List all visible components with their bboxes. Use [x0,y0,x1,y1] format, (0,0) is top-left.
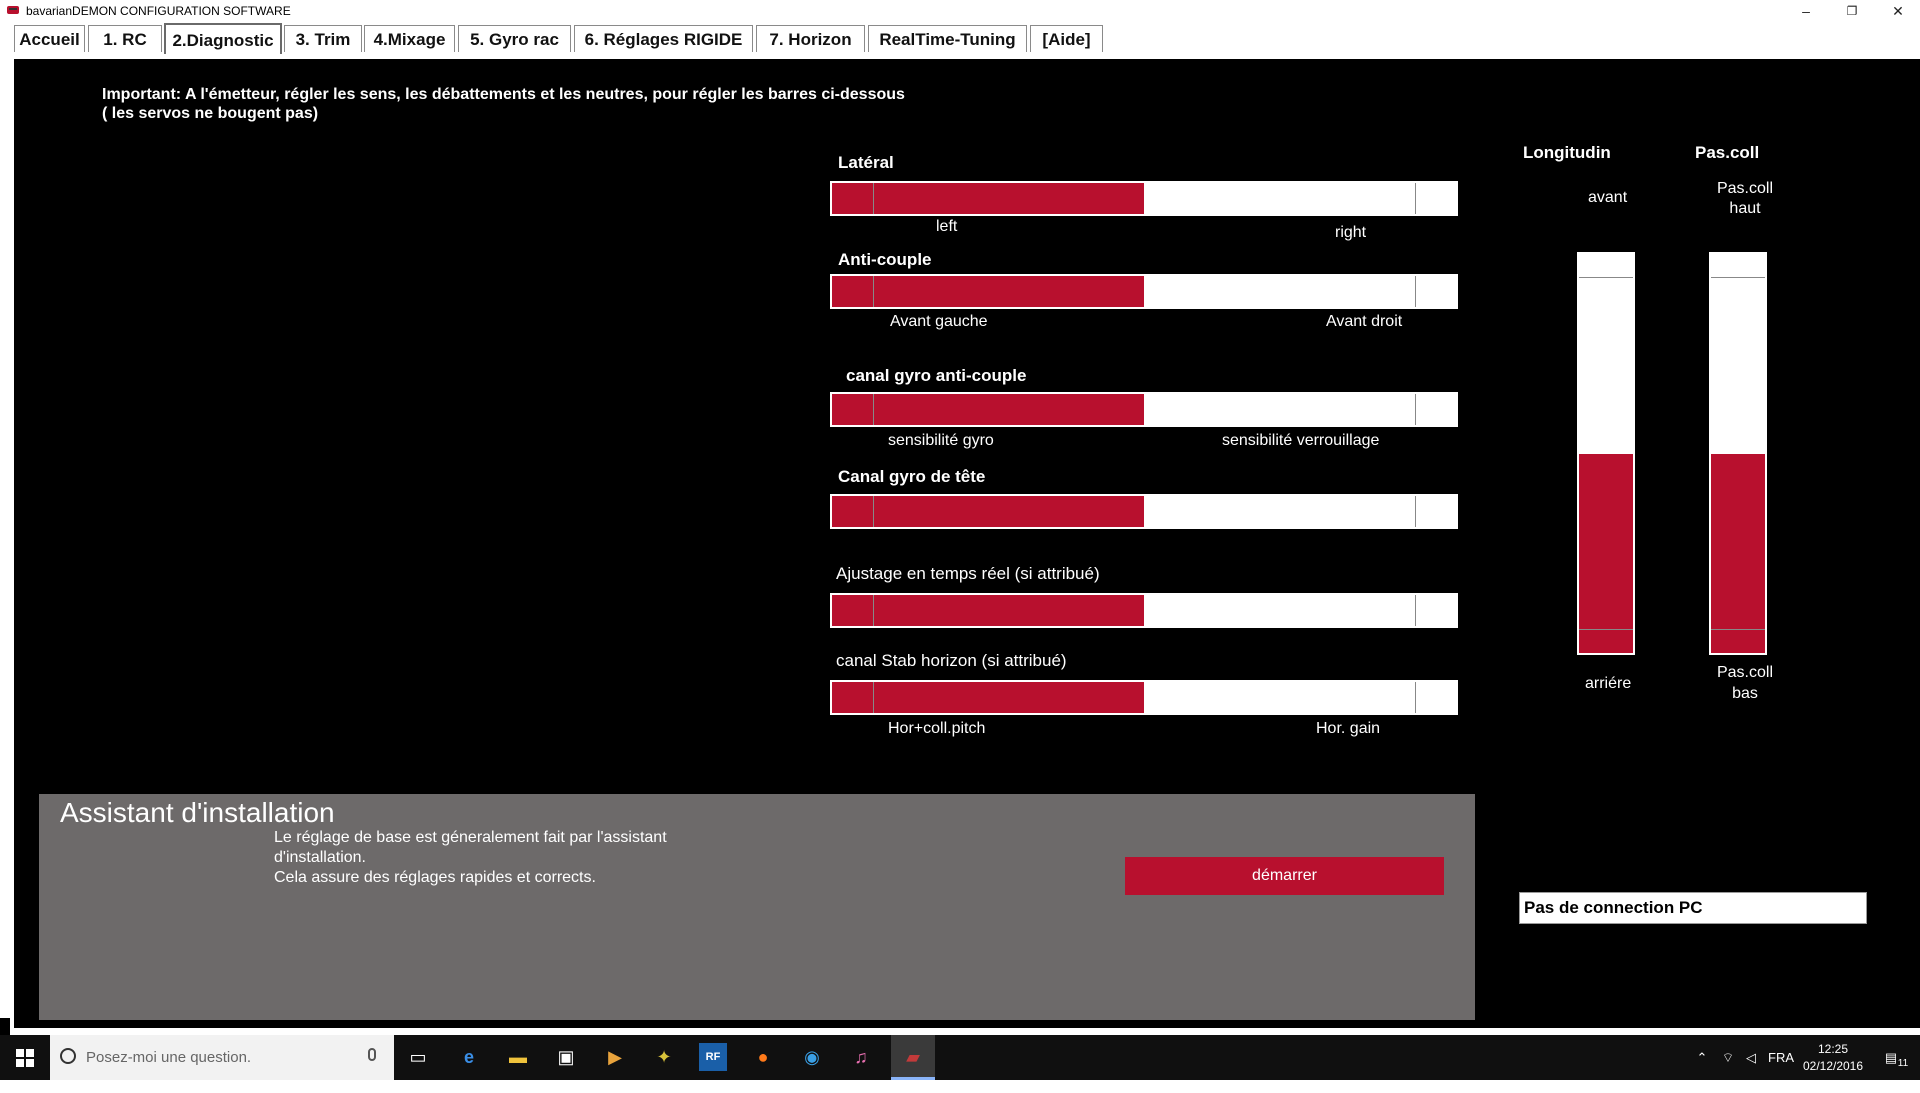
tab-bar: Accueil 1. RC 2.Diagnostic 3. Trim 4.Mix… [0,23,1920,59]
thunderbird-icon[interactable]: ◉ [798,1043,826,1071]
notification-count: 11 [1897,1058,1909,1069]
tab-aide[interactable]: [Aide] [1030,25,1103,52]
pascoll-bottom-label-1: Pas.coll [1716,664,1774,681]
bar-gyro-tete-fill [832,496,1144,527]
tool-icon[interactable]: ✦ [650,1043,678,1071]
channel-title-gyro-anticouple: canal gyro anti-couple [846,366,1027,385]
tab-gyro-rac[interactable]: 5. Gyro rac [458,25,571,52]
search-placeholder: Posez-moi une question. [86,1049,252,1066]
longitudinal-title: Longitudin [1523,143,1611,162]
bar-realtime [830,593,1458,628]
connection-status: Pas de connection PC [1519,892,1867,924]
assistant-panel: Assistant d'installation Le réglage de b… [39,794,1475,1020]
bar-gyro-anticouple [830,392,1458,427]
pascoll-top-label-2: haut [1729,200,1761,217]
realflight-icon[interactable]: RF [699,1043,727,1071]
taskbar-search[interactable]: Posez-moi une question. [50,1035,394,1080]
lateral-right-label: right [1335,224,1367,241]
bar-gyro-tete [830,494,1458,529]
taskbar: Posez-moi une question. ▭ e ▬ ▣ ▶ ✦ RF ●… [0,1035,1920,1080]
close-button[interactable]: ✕ [1876,0,1920,22]
bar-longitudinal [1577,252,1635,655]
microphone-icon[interactable] [368,1048,376,1061]
assistant-title: Assistant d'installation [60,797,335,828]
bavarian-demon-taskbar-icon[interactable]: ▰ [891,1035,935,1080]
bar-longitudinal-fill [1579,453,1633,653]
itunes-icon[interactable]: ♫ [847,1043,875,1071]
anticouple-left-label: Avant gauche [890,313,988,330]
store-icon[interactable]: ▣ [552,1043,580,1071]
media-player-icon[interactable]: ▶ [601,1043,629,1071]
channel-title-gyro-tete: Canal gyro de tête [838,467,986,486]
stab-horizon-right-label: Hor. gain [1316,720,1381,737]
longitudinal-top-label: avant [1588,189,1628,206]
clock-time[interactable]: 12:25 [1808,1042,1858,1056]
tab-rc[interactable]: 1. RC [88,25,162,52]
channel-title-lateral: Latéral [838,153,894,172]
firefox-icon[interactable]: ● [749,1043,777,1071]
clock-date[interactable]: 02/12/2016 [1800,1059,1866,1073]
bar-stab-horizon [830,680,1458,715]
tab-accueil[interactable]: Accueil [14,25,85,52]
tab-diagnostic[interactable]: 2.Diagnostic [164,23,282,54]
lateral-left-label: left [936,218,958,235]
longitudinal-bottom-label: arriére [1585,675,1632,692]
task-view-icon[interactable]: ▭ [404,1043,432,1071]
assistant-text-3: Cela assure des réglages rapides et corr… [274,869,596,886]
bar-anticouple-fill [832,276,1144,307]
tray-chevron-icon[interactable]: ⌃ [1694,1035,1710,1080]
window-title-bar: bavarianDEMON CONFIGURATION SOFTWARE – ❐… [0,0,1920,23]
tab-trim[interactable]: 3. Trim [284,25,362,52]
tab-realtime-tuning[interactable]: RealTime-Tuning [868,25,1027,52]
bar-stab-horizon-fill [832,682,1144,713]
channel-title-anticouple: Anti-couple [838,250,932,269]
bar-pascoll-fill [1711,453,1765,653]
gyro-anticouple-right-label: sensibilité verrouillage [1222,432,1380,449]
pascoll-top-label-1: Pas.coll [1716,180,1774,197]
start-assistant-button[interactable]: démarrer [1125,857,1444,895]
bar-gyro-anticouple-fill [832,394,1144,425]
bar-lateral-fill [832,183,1144,214]
assistant-text-1: Le réglage de base est géneralement fait… [274,829,667,846]
volume-icon[interactable]: ◁ [1742,1035,1760,1080]
bar-anticouple [830,274,1458,309]
tab-reglages-rigide[interactable]: 6. Réglages RIGIDE [574,25,753,52]
tab-horizon[interactable]: 7. Horizon [756,25,865,52]
app-icon [7,6,19,14]
language-indicator[interactable]: FRA [1766,1035,1796,1080]
bar-realtime-fill [832,595,1144,626]
file-explorer-icon[interactable]: ▬ [504,1043,532,1071]
wifi-icon[interactable]: ⌔ [1719,1035,1737,1080]
notice-line-2: ( les servos ne bougent pas) [102,105,319,122]
cortana-icon [60,1048,76,1064]
channel-title-stab-horizon: canal Stab horizon (si attribué) [836,651,1067,670]
edge-icon[interactable]: e [455,1043,483,1071]
anticouple-right-label: Avant droit [1326,313,1403,330]
gyro-anticouple-left-label: sensibilité gyro [888,432,994,449]
stab-horizon-left-label: Hor+coll.pitch [888,720,986,737]
bar-pascoll [1709,252,1767,655]
restore-button[interactable]: ❐ [1830,0,1874,22]
assistant-text-2: d'installation. [274,849,366,866]
tab-mixage[interactable]: 4.Mixage [364,25,455,52]
channel-title-realtime: Ajustage en temps réel (si attribué) [836,564,1100,583]
minimize-button[interactable]: – [1784,0,1828,22]
window-title: bavarianDEMON CONFIGURATION SOFTWARE [26,4,291,18]
notice-line-1: Important: A l'émetteur, régler les sens… [102,86,905,103]
bar-lateral [830,181,1458,216]
windows-start-icon[interactable] [16,1049,34,1067]
pascoll-bottom-label-2: bas [1732,685,1758,702]
pascoll-title: Pas.coll [1695,143,1760,162]
